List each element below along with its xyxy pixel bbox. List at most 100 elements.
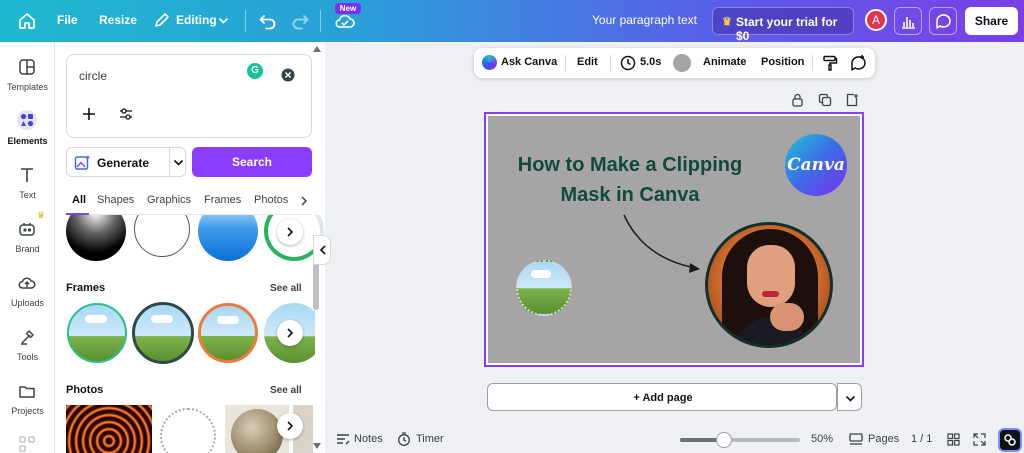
pages-button[interactable]: Pages (868, 433, 899, 445)
tab-photos[interactable]: Photos (254, 194, 288, 206)
zoom-level[interactable]: 50% (811, 433, 833, 445)
tools-icon (21, 330, 34, 345)
frame-circle-green[interactable] (67, 303, 127, 363)
zoom-slider[interactable] (680, 438, 800, 442)
canva-editor: File Resize Editing New Your paragraph t… (0, 0, 1024, 453)
portrait-face (747, 245, 795, 307)
resize-menu[interactable]: Resize (99, 13, 137, 27)
sidebar-item-templates[interactable]: Templates (0, 50, 55, 100)
sphere-shape (231, 409, 283, 453)
sidebar-item-projects[interactable]: Projects (0, 374, 55, 424)
cloud-sync-icon[interactable] (335, 12, 355, 30)
timer-button[interactable]: Timer (416, 433, 444, 445)
zoom-slider-handle[interactable] (716, 432, 733, 448)
next-shapes-button[interactable] (277, 219, 303, 245)
outline-circle[interactable] (134, 215, 190, 257)
ask-canva-button[interactable]: Ask Canva (501, 56, 557, 68)
tab-all[interactable]: All (72, 194, 86, 206)
add-page-options-button[interactable] (837, 383, 862, 411)
photo-dotted-circle[interactable] (156, 405, 222, 453)
notes-icon (337, 434, 350, 445)
position-button[interactable]: Position (761, 56, 804, 68)
notes-button[interactable]: Notes (354, 433, 383, 445)
tab-graphics[interactable]: Graphics (147, 194, 191, 206)
sidebar-item-label: Templates (6, 82, 49, 92)
redo-icon[interactable] (290, 11, 310, 31)
blue-gradient-circle[interactable] (198, 215, 258, 261)
insights-button[interactable] (894, 7, 922, 35)
scroll-up-icon[interactable] (313, 46, 321, 52)
clock-icon (620, 55, 636, 71)
frame-circle-dark[interactable] (132, 302, 194, 364)
add-page-icon[interactable] (845, 93, 859, 107)
grid-view-icon[interactable] (947, 433, 960, 446)
magic-image-icon (74, 155, 91, 170)
generate-button[interactable]: Generate (66, 147, 186, 177)
frame-element-small[interactable] (516, 260, 572, 316)
editing-mode-button[interactable]: Editing (176, 13, 217, 27)
sidebar-item-uploads[interactable]: Uploads (0, 266, 55, 316)
sidebar-item-text[interactable]: Text (0, 158, 55, 208)
design-title[interactable]: How to Make a Clipping Mask in Canva (500, 150, 760, 210)
document-title[interactable]: Your paragraph text (592, 13, 697, 27)
new-badge: New (335, 3, 361, 14)
sidebar-item-brand[interactable]: ♛ Brand (0, 210, 55, 262)
search-box[interactable]: circle G (66, 54, 312, 138)
collapse-panel-button[interactable] (313, 235, 331, 265)
trial-label: Start your trial for $0 (736, 15, 838, 43)
shape-results (55, 215, 325, 265)
avatar[interactable]: A (865, 9, 887, 31)
crown-icon: ♛ (722, 16, 732, 28)
animate-button[interactable]: Animate (703, 56, 746, 68)
file-menu[interactable]: File (57, 13, 78, 27)
clear-search-icon[interactable] (281, 68, 295, 82)
tab-shapes[interactable]: Shapes (97, 194, 134, 206)
plus-icon[interactable] (82, 107, 96, 121)
color-swatch[interactable] (673, 54, 691, 72)
duplicate-page-icon[interactable] (818, 93, 832, 107)
add-page-label: + Add page (633, 392, 693, 404)
undo-icon[interactable] (258, 11, 278, 31)
lock-icon[interactable] (791, 93, 804, 107)
chevron-right-icon[interactable] (299, 195, 309, 207)
generate-options-button[interactable] (169, 148, 187, 176)
comment-add-icon[interactable] (850, 54, 867, 71)
frame-results (55, 302, 315, 364)
ask-canva-icon (482, 55, 497, 70)
home-icon[interactable] (17, 11, 37, 31)
design-title-line2: Mask in Canva (560, 184, 700, 206)
start-trial-button[interactable]: ♛ Start your trial for $0 (712, 7, 854, 43)
frames-see-all-link[interactable]: See all (270, 283, 302, 294)
apps-icon[interactable] (18, 435, 36, 453)
chevron-down-icon[interactable] (218, 15, 229, 26)
next-frames-button[interactable] (277, 320, 303, 346)
tab-frames[interactable]: Frames (204, 194, 241, 206)
portrait-lips (762, 291, 779, 297)
sidebar-item-label: Projects (11, 406, 44, 416)
portrait-frame[interactable] (705, 222, 833, 348)
photo-spiral-light[interactable] (66, 405, 152, 453)
edit-button[interactable]: Edit (577, 56, 598, 68)
design-page[interactable]: How to Make a Clipping Mask in Canva Can… (484, 112, 864, 367)
curved-arrow[interactable] (618, 211, 708, 281)
comments-button[interactable] (929, 7, 957, 35)
photos-see-all-link[interactable]: See all (270, 385, 302, 396)
paint-roller-icon[interactable] (822, 55, 838, 71)
sidebar-item-tools[interactable]: Tools (0, 320, 55, 370)
search-button[interactable]: Search (192, 147, 312, 177)
search-input[interactable]: circle (79, 69, 107, 83)
gradient-black-circle[interactable] (66, 215, 126, 261)
add-page-button[interactable]: + Add page (487, 383, 837, 411)
sidebar-item-elements[interactable]: Elements (0, 104, 55, 154)
frame-circle-orange[interactable] (198, 303, 258, 363)
share-button[interactable]: Share (965, 7, 1018, 35)
scroll-down-icon[interactable] (313, 443, 321, 449)
fullscreen-icon[interactable] (973, 433, 986, 446)
help-button[interactable] (998, 428, 1022, 452)
grammarly-icon[interactable]: G (247, 63, 263, 79)
duration-button[interactable]: 5.0s (640, 56, 661, 68)
next-photos-button[interactable] (277, 413, 303, 439)
filter-icon[interactable] (119, 107, 133, 121)
canva-logo[interactable]: Canva (785, 134, 847, 196)
canva-logo-text: Canva (787, 155, 845, 175)
